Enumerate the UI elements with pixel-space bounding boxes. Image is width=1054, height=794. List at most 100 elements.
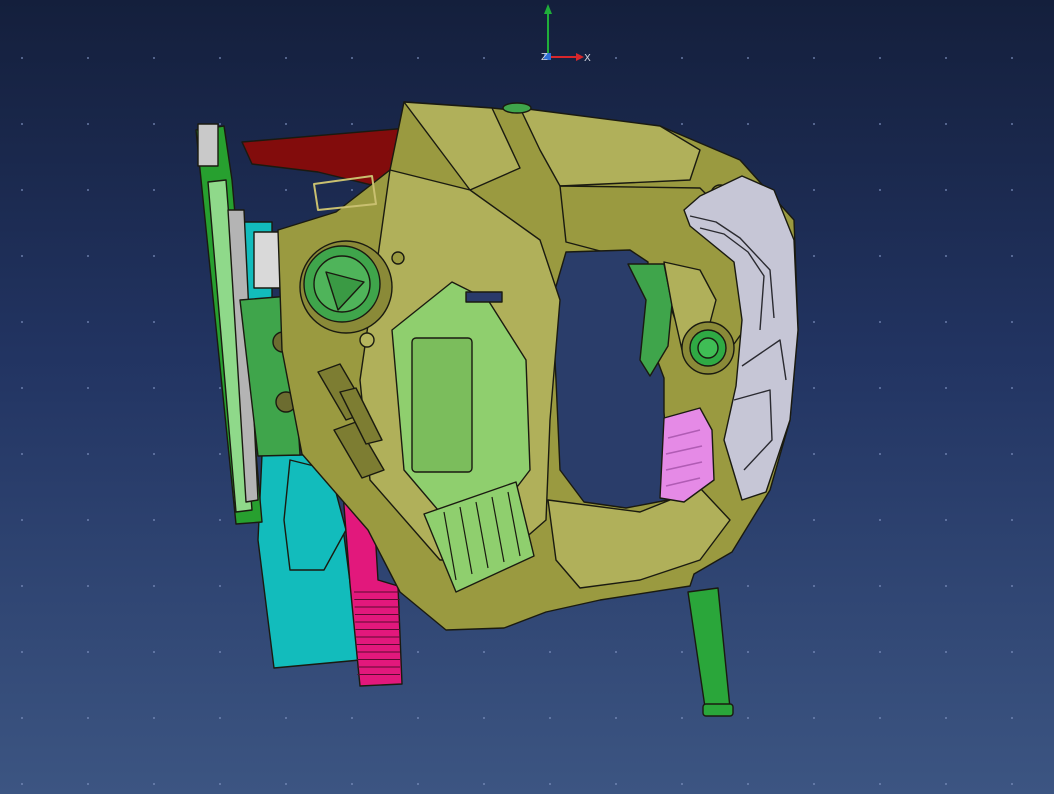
grid-dot — [813, 453, 815, 455]
grid-dot — [351, 783, 353, 785]
grid-dot — [153, 585, 155, 587]
grid-dot — [285, 717, 287, 719]
grid-dot — [945, 453, 947, 455]
grid-dot — [945, 717, 947, 719]
grid-dot — [87, 783, 89, 785]
jigsaw-model[interactable] — [195, 101, 799, 717]
grid-dot — [285, 783, 287, 785]
grid-dot — [681, 783, 683, 785]
orbital-switch[interactable] — [465, 291, 503, 303]
grid-dot — [351, 123, 353, 125]
grid-dot — [1011, 387, 1013, 389]
grid-dot — [87, 321, 89, 323]
grid-dot — [219, 783, 221, 785]
grid-dot — [813, 123, 815, 125]
grid-dot — [681, 717, 683, 719]
grid-dot — [1011, 57, 1013, 59]
grid-dot — [219, 57, 221, 59]
grid-dot — [747, 585, 749, 587]
grid-dot — [87, 585, 89, 587]
grid-dot — [549, 717, 551, 719]
top-button[interactable] — [502, 102, 532, 114]
grid-dot — [813, 321, 815, 323]
grid-dot — [417, 651, 419, 653]
grid-dot — [1011, 123, 1013, 125]
viewport-canvas[interactable]: X Z — [0, 0, 1054, 794]
grid-dot — [747, 717, 749, 719]
grid-dot — [945, 189, 947, 191]
grid-dot — [219, 585, 221, 587]
grid-dot — [879, 123, 881, 125]
grid-dot — [285, 57, 287, 59]
grid-dot — [879, 57, 881, 59]
grid-dot — [945, 321, 947, 323]
grid-dot — [417, 57, 419, 59]
grid-dot — [945, 783, 947, 785]
grid-dot — [813, 387, 815, 389]
grid-dot — [945, 519, 947, 521]
grid-dot — [153, 783, 155, 785]
grid-dot — [945, 651, 947, 653]
grid-dot — [21, 255, 23, 257]
grid-dot — [813, 585, 815, 587]
grid-dot — [1011, 255, 1013, 257]
grid-dot — [1011, 453, 1013, 455]
grid-dot — [747, 57, 749, 59]
grid-dot — [879, 453, 881, 455]
grid-dot — [153, 321, 155, 323]
grid-dot — [681, 651, 683, 653]
grid-dot — [483, 57, 485, 59]
grid-dot — [483, 717, 485, 719]
grid-dot — [747, 123, 749, 125]
grid-dot — [417, 717, 419, 719]
axis-triad[interactable]: X Z — [541, 4, 591, 64]
grid-dot — [945, 255, 947, 257]
3d-viewport[interactable]: X Z — [0, 0, 1054, 794]
power-cable[interactable] — [687, 587, 734, 717]
grid-dot — [549, 783, 551, 785]
grid-dot — [21, 387, 23, 389]
grid-dot — [153, 651, 155, 653]
grid-dot — [813, 255, 815, 257]
y-axis-arrowhead — [544, 4, 552, 14]
grid-dot — [153, 189, 155, 191]
grid-dot — [1011, 651, 1013, 653]
grid-dot — [549, 651, 551, 653]
grid-dot — [87, 57, 89, 59]
grid-dot — [945, 387, 947, 389]
grid-dot — [285, 189, 287, 191]
grid-dot — [813, 783, 815, 785]
grid-dot — [219, 453, 221, 455]
grid-dot — [879, 651, 881, 653]
grid-dot — [153, 387, 155, 389]
grid-dot — [483, 651, 485, 653]
grid-dot — [21, 519, 23, 521]
grid-dot — [153, 255, 155, 257]
grid-dot — [21, 651, 23, 653]
grid-dot — [879, 321, 881, 323]
grid-dot — [615, 651, 617, 653]
grid-dot — [351, 717, 353, 719]
z-axis-label: Z — [541, 52, 548, 63]
grid-dot — [879, 783, 881, 785]
grid-dot — [813, 519, 815, 521]
grid-dot — [351, 57, 353, 59]
grid-dot — [285, 123, 287, 125]
grid-dot — [813, 57, 815, 59]
grid-dot — [21, 717, 23, 719]
grid-dot — [1011, 321, 1013, 323]
grid-dot — [747, 783, 749, 785]
x-axis-label: X — [584, 53, 591, 64]
grid-dot — [21, 783, 23, 785]
grid-dot — [879, 519, 881, 521]
grid-dot — [615, 57, 617, 59]
grid-dot — [1011, 585, 1013, 587]
grid-dot — [615, 717, 617, 719]
grid-dot — [219, 717, 221, 719]
grid-dot — [21, 123, 23, 125]
grid-dot — [813, 189, 815, 191]
grid-dot — [153, 123, 155, 125]
grid-dot — [219, 387, 221, 389]
grid-dot — [351, 189, 353, 191]
grid-dot — [945, 57, 947, 59]
